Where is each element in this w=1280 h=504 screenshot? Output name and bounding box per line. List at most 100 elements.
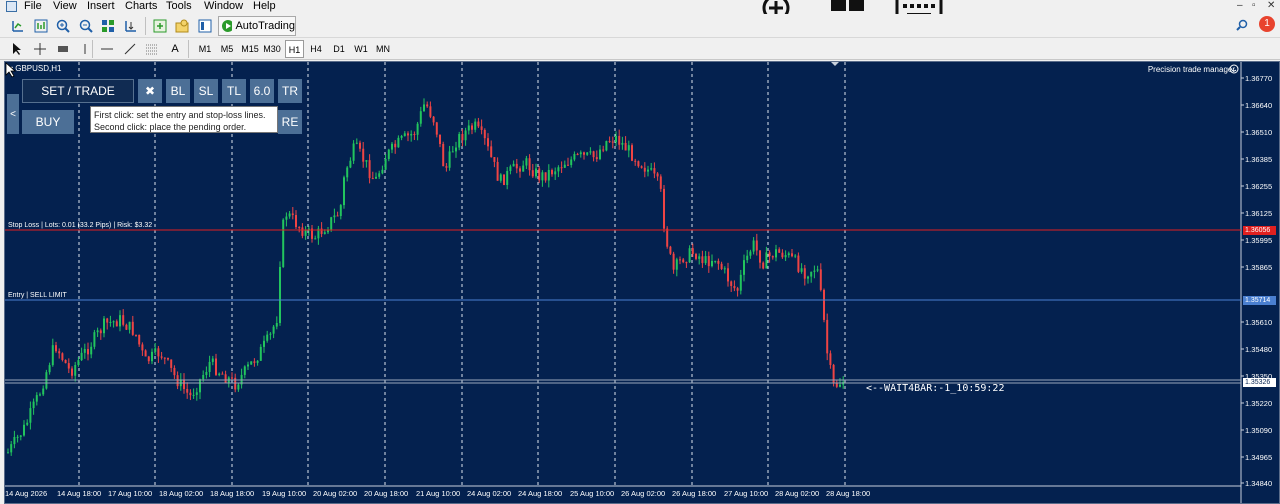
cursor-tool-icon[interactable] bbox=[8, 40, 26, 58]
candle-body bbox=[282, 219, 285, 267]
smiley-icon bbox=[1229, 64, 1239, 74]
menu-tools[interactable]: Tools bbox=[166, 0, 192, 13]
timeframe-d1[interactable]: D1 bbox=[330, 40, 348, 58]
lot-button[interactable]: 6.0 bbox=[250, 79, 274, 103]
bl-button[interactable]: BL bbox=[166, 79, 190, 103]
auto-scroll-icon[interactable] bbox=[121, 17, 140, 35]
time-tick-label: 19 Aug 10:00 bbox=[262, 489, 307, 498]
zoom-out-chart-icon[interactable] bbox=[76, 17, 95, 35]
candle-body bbox=[119, 315, 121, 327]
candle-body bbox=[458, 134, 461, 148]
menu-insert[interactable]: Insert bbox=[87, 0, 115, 13]
candle-body bbox=[791, 253, 793, 257]
candle-body bbox=[90, 346, 93, 355]
candle-body bbox=[272, 326, 275, 334]
time-tick-label: 26 Aug 02:00 bbox=[621, 489, 666, 498]
menu-help[interactable]: Help bbox=[253, 0, 276, 13]
candle-body bbox=[263, 340, 265, 347]
tl-button[interactable]: TL bbox=[222, 79, 246, 103]
candle-body bbox=[819, 269, 822, 290]
candle-body bbox=[109, 321, 112, 323]
text-tool-icon[interactable]: A bbox=[166, 40, 184, 58]
tile-windows-icon[interactable] bbox=[98, 17, 117, 35]
chart-symbol-text: GBPUSD,H1 bbox=[15, 64, 62, 73]
candle-body bbox=[525, 158, 528, 166]
minimize-icon[interactable]: – bbox=[1237, 0, 1243, 12]
navigator-icon[interactable] bbox=[150, 17, 169, 35]
candle-body bbox=[384, 158, 387, 170]
candle-body bbox=[592, 151, 595, 158]
close-icon[interactable]: ✕ bbox=[1267, 0, 1275, 12]
candle-body bbox=[403, 133, 406, 136]
restore-icon[interactable]: ▫ bbox=[1252, 0, 1256, 12]
candle-body bbox=[589, 151, 592, 153]
zoom-in-chart-icon[interactable] bbox=[53, 17, 72, 35]
timeframe-m1[interactable]: M1 bbox=[196, 40, 214, 58]
buy-button[interactable]: BUY bbox=[22, 110, 74, 134]
menu-charts[interactable]: Charts bbox=[125, 0, 157, 13]
set-trade-button[interactable]: SET / TRADE bbox=[22, 79, 134, 103]
candle-body bbox=[368, 160, 371, 179]
expert-icon[interactable] bbox=[172, 17, 191, 35]
candle-body bbox=[416, 123, 419, 135]
candle-body bbox=[413, 133, 416, 135]
profiles-icon[interactable] bbox=[31, 17, 50, 35]
close-trade-button[interactable]: ✖ bbox=[138, 79, 162, 103]
timeframe-m15[interactable]: M15 bbox=[240, 40, 260, 58]
candle-body bbox=[93, 332, 96, 347]
timeframe-h4[interactable]: H4 bbox=[307, 40, 325, 58]
candle-body bbox=[464, 130, 467, 141]
candle-body bbox=[221, 373, 224, 375]
menu-file[interactable]: File bbox=[24, 0, 42, 13]
notification-badge[interactable]: 1 bbox=[1259, 16, 1275, 32]
candle-body bbox=[29, 408, 32, 423]
timeframe-h1[interactable]: H1 bbox=[285, 40, 304, 58]
sl-button[interactable]: SL bbox=[194, 79, 218, 103]
timeframe-mn[interactable]: MN bbox=[374, 40, 392, 58]
candle-body bbox=[112, 321, 115, 323]
fibonacci-icon[interactable] bbox=[143, 40, 161, 58]
timeframe-w1[interactable]: W1 bbox=[352, 40, 370, 58]
time-tick-label: 14 Aug 2026 bbox=[5, 489, 48, 498]
candle-body bbox=[176, 375, 179, 387]
candle-body bbox=[291, 213, 294, 216]
candle-body bbox=[579, 152, 582, 155]
horizontal-line-icon[interactable] bbox=[98, 40, 116, 58]
candle-body bbox=[96, 330, 99, 333]
candle-body bbox=[810, 271, 813, 277]
search-icon[interactable] bbox=[1236, 19, 1248, 31]
candle-body bbox=[736, 288, 739, 291]
candle-body bbox=[509, 166, 512, 171]
rectangle-tool-icon[interactable] bbox=[54, 40, 72, 58]
timeframe-m5[interactable]: M5 bbox=[218, 40, 236, 58]
candle-body bbox=[304, 229, 307, 236]
menu-view[interactable]: View bbox=[53, 0, 77, 13]
candle-body bbox=[784, 255, 787, 258]
candle-body bbox=[218, 373, 221, 375]
candle-body bbox=[695, 254, 697, 259]
autotrading-button[interactable]: AutoTrading bbox=[218, 16, 296, 36]
tr-button[interactable]: TR bbox=[278, 79, 302, 103]
price-chart[interactable]: ▾ GBPUSD,H1 Precision trade manager < SE… bbox=[4, 61, 1280, 504]
timeframe-m30[interactable]: M30 bbox=[262, 40, 282, 58]
crosshair-icon[interactable] bbox=[31, 40, 49, 58]
candle-body bbox=[375, 176, 377, 179]
candle-body bbox=[627, 145, 630, 151]
menu-window[interactable]: Window bbox=[204, 0, 243, 13]
candle-body bbox=[13, 436, 16, 445]
candle-body bbox=[295, 215, 297, 228]
entry-label: Entry | SELL LIMIT bbox=[8, 292, 67, 299]
candle-body bbox=[195, 392, 198, 395]
candle-body bbox=[288, 213, 291, 217]
candle-body bbox=[250, 361, 253, 365]
new-chart-icon[interactable] bbox=[8, 17, 27, 35]
terminal-icon[interactable] bbox=[195, 17, 214, 35]
candle-body bbox=[823, 289, 825, 320]
price-tick-label: 1.36640 bbox=[1245, 101, 1273, 110]
re-button[interactable]: RE bbox=[278, 110, 302, 134]
trendline-icon[interactable] bbox=[121, 40, 139, 58]
toolbar-separator bbox=[188, 40, 189, 58]
candle-body bbox=[163, 357, 166, 359]
panel-collapse-button[interactable]: < bbox=[7, 94, 19, 134]
candle-body bbox=[583, 152, 585, 155]
